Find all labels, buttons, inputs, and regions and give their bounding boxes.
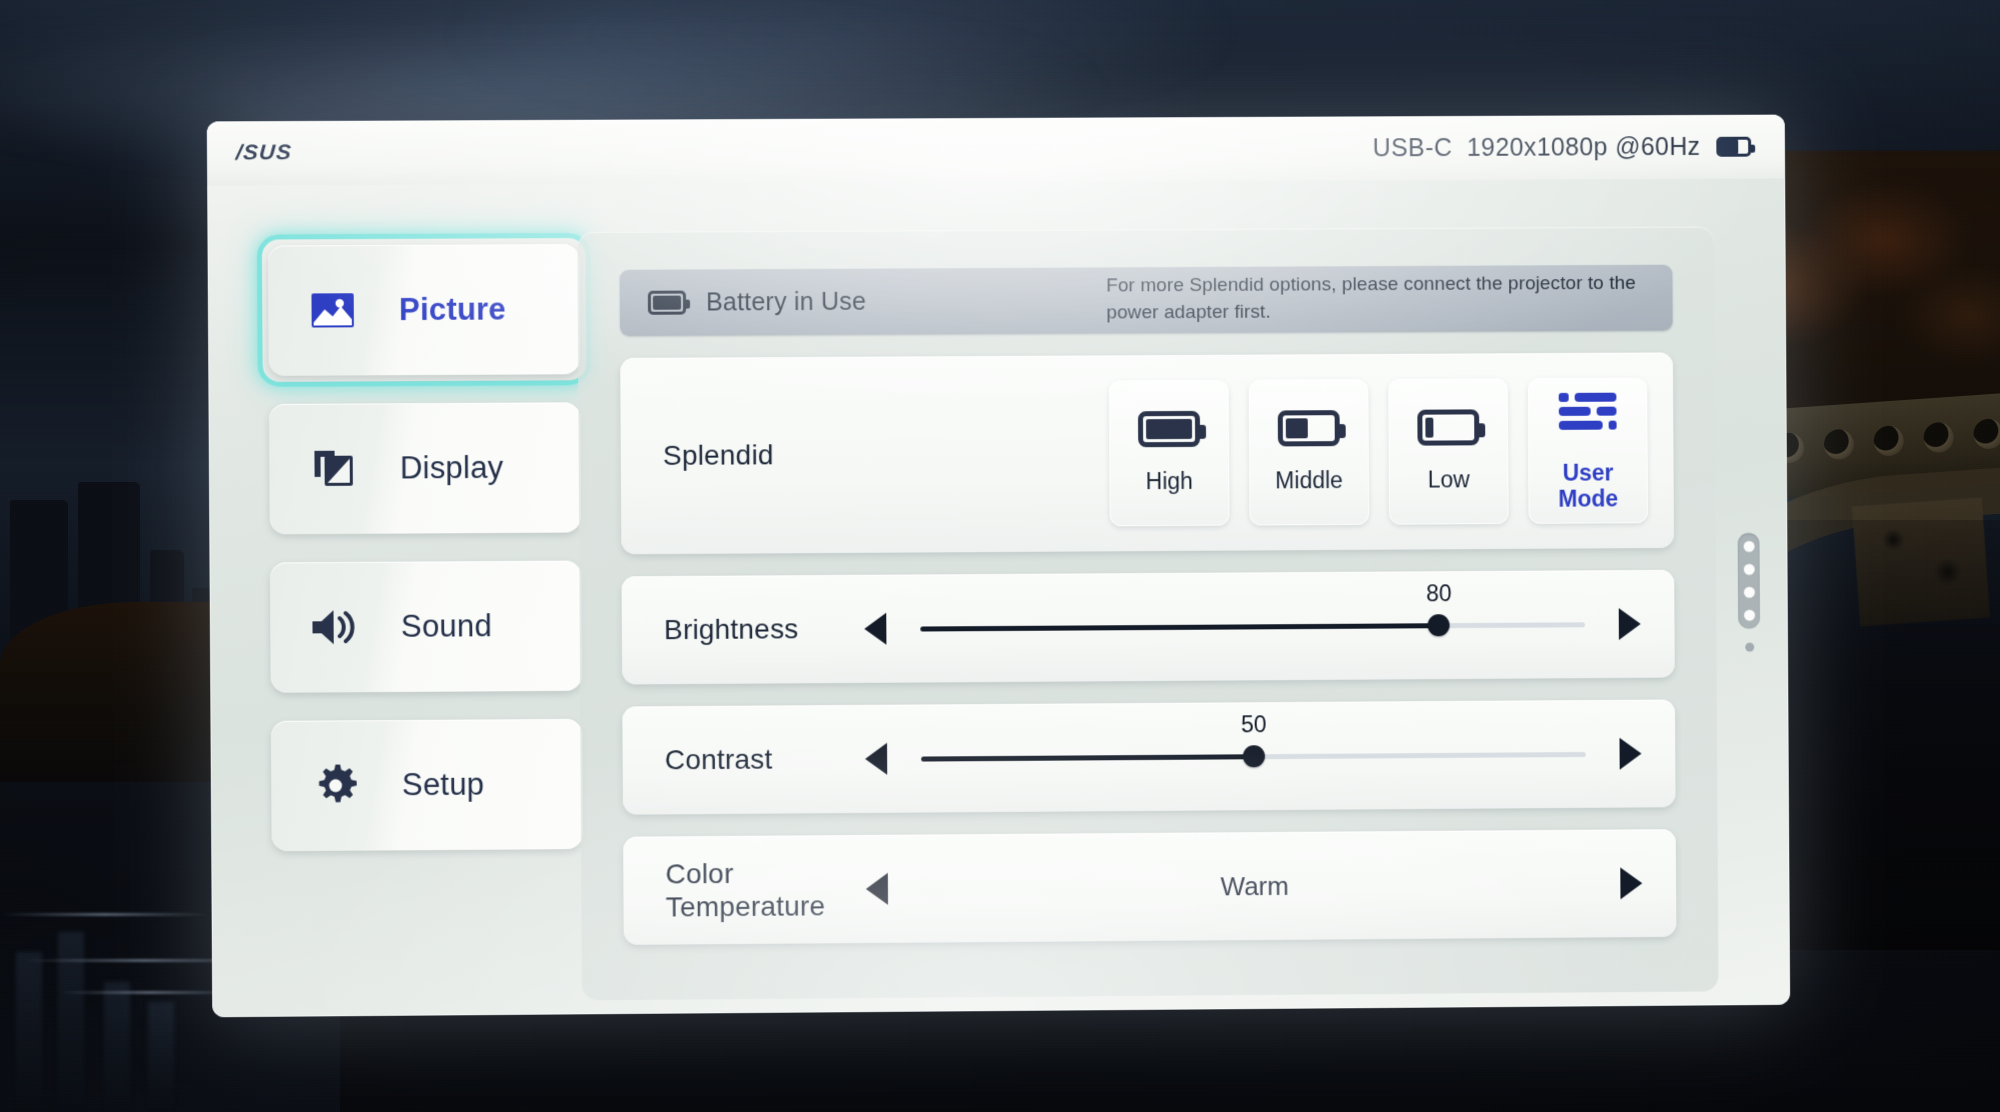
content-column: Battery in Use For more Splendid options… bbox=[559, 178, 1790, 1014]
splendid-option-label: High bbox=[1145, 468, 1194, 495]
speaker-icon bbox=[308, 603, 361, 651]
contrast-increase-arrow-right-icon[interactable] bbox=[1619, 737, 1642, 770]
battery-half-icon bbox=[1277, 410, 1340, 447]
scroll-dot bbox=[1743, 586, 1755, 598]
scroll-dot bbox=[1743, 609, 1755, 621]
picture-settings-list: Battery in Use For more Splendid options… bbox=[577, 227, 1718, 1001]
brightness-label: Brightness bbox=[663, 613, 799, 646]
brightness-increase-arrow-right-icon[interactable] bbox=[1618, 607, 1641, 641]
splendid-row: Splendid High Middle Low User Mode bbox=[620, 352, 1675, 555]
brightness-row: Brightness 80 bbox=[621, 569, 1675, 685]
color-temperature-previous-arrow-left-icon[interactable] bbox=[865, 872, 889, 906]
scroll-dot bbox=[1743, 563, 1755, 575]
scroll-dot bbox=[1743, 540, 1755, 552]
sidebar-item-label: Sound bbox=[400, 608, 493, 644]
equalizer-icon bbox=[1557, 389, 1619, 438]
banner-message: For more Splendid options, please connec… bbox=[1106, 272, 1636, 324]
sidebar: Picture Display Sound Setup bbox=[207, 184, 584, 1017]
color-temperature-label: Color Temperature bbox=[665, 857, 826, 923]
scroll-dot-inactive bbox=[1744, 642, 1754, 652]
contrast-label: Contrast bbox=[664, 743, 773, 776]
scroll-indicator[interactable] bbox=[1736, 532, 1763, 652]
brightness-value: 80 bbox=[1426, 580, 1452, 607]
sidebar-item-label: Setup bbox=[401, 766, 485, 803]
contrast-value: 50 bbox=[1240, 711, 1267, 738]
splendid-label: Splendid bbox=[662, 439, 774, 471]
color-temperature-next-arrow-right-icon[interactable] bbox=[1620, 867, 1643, 900]
osd-screen: /SUS USB-C 1920x1080p @60Hz Picture Disp… bbox=[206, 114, 1791, 1018]
osd-body: Picture Display Sound Setup Battery in U… bbox=[207, 178, 1790, 1017]
scroll-indicator-pill[interactable] bbox=[1737, 532, 1761, 629]
brightness-decrease-arrow-left-icon[interactable] bbox=[864, 612, 887, 645]
battery-low-icon bbox=[1417, 409, 1480, 446]
sidebar-item-display-inner[interactable]: Display bbox=[268, 402, 582, 535]
splendid-option-user-mode[interactable]: User Mode bbox=[1527, 377, 1649, 524]
splendid-option-high[interactable]: High bbox=[1108, 379, 1230, 527]
sidebar-item-label: Picture bbox=[398, 291, 507, 328]
splendid-option-label: Middle bbox=[1275, 467, 1343, 494]
contrast-row: Contrast 50 bbox=[622, 699, 1676, 815]
splendid-option-label: Low bbox=[1427, 466, 1470, 493]
picture-icon bbox=[306, 286, 359, 334]
sidebar-item-picture-inner[interactable]: Picture bbox=[267, 244, 581, 376]
sidebar-item-label: Display bbox=[399, 449, 504, 486]
gear-icon bbox=[309, 761, 362, 809]
battery-in-use-icon bbox=[647, 290, 687, 315]
battery-in-use-banner: Battery in Use For more Splendid options… bbox=[619, 264, 1673, 336]
header-status-group: USB-C 1920x1080p @60Hz bbox=[1373, 132, 1752, 163]
contrast-decrease-arrow-left-icon[interactable] bbox=[865, 742, 888, 775]
battery-full-icon bbox=[1137, 411, 1201, 448]
sidebar-item-sound-inner[interactable]: Sound bbox=[269, 560, 583, 693]
splendid-options: High Middle Low User Mode bbox=[1108, 377, 1649, 527]
battery-icon bbox=[1716, 136, 1752, 157]
display-icon bbox=[307, 445, 360, 493]
color-temperature-row: Color Temperature Warm bbox=[623, 829, 1677, 945]
brightness-track-fill bbox=[920, 622, 1440, 632]
splendid-option-low[interactable]: Low bbox=[1388, 378, 1509, 525]
sidebar-item-setup[interactable]: Setup bbox=[270, 718, 584, 852]
sidebar-item-sound[interactable]: Sound bbox=[269, 560, 583, 693]
sidebar-item-setup-inner[interactable]: Setup bbox=[270, 718, 584, 852]
picture-settings-card: Battery in Use For more Splendid options… bbox=[577, 226, 1719, 1001]
contrast-thumb[interactable]: 50 bbox=[1241, 711, 1267, 768]
projected-osd: /SUS USB-C 1920x1080p @60Hz Picture Disp… bbox=[206, 114, 1791, 1018]
splendid-option-label: User Mode bbox=[1558, 459, 1619, 512]
brightness-slider[interactable]: 80 bbox=[920, 580, 1585, 650]
sidebar-item-display[interactable]: Display bbox=[268, 402, 582, 535]
contrast-track-fill bbox=[921, 753, 1254, 762]
color-temperature-value: Warm bbox=[1220, 870, 1289, 901]
brightness-thumb[interactable]: 80 bbox=[1426, 580, 1452, 637]
sidebar-item-picture[interactable]: Picture bbox=[267, 244, 581, 376]
osd-header: /SUS USB-C 1920x1080p @60Hz bbox=[206, 114, 1786, 186]
banner-title: Battery in Use bbox=[705, 287, 867, 316]
asus-logo: /SUS bbox=[235, 141, 293, 165]
input-source-status: USB-C 1920x1080p @60Hz bbox=[1372, 132, 1701, 162]
splendid-option-middle[interactable]: Middle bbox=[1248, 379, 1370, 526]
contrast-slider[interactable]: 50 bbox=[921, 711, 1586, 781]
